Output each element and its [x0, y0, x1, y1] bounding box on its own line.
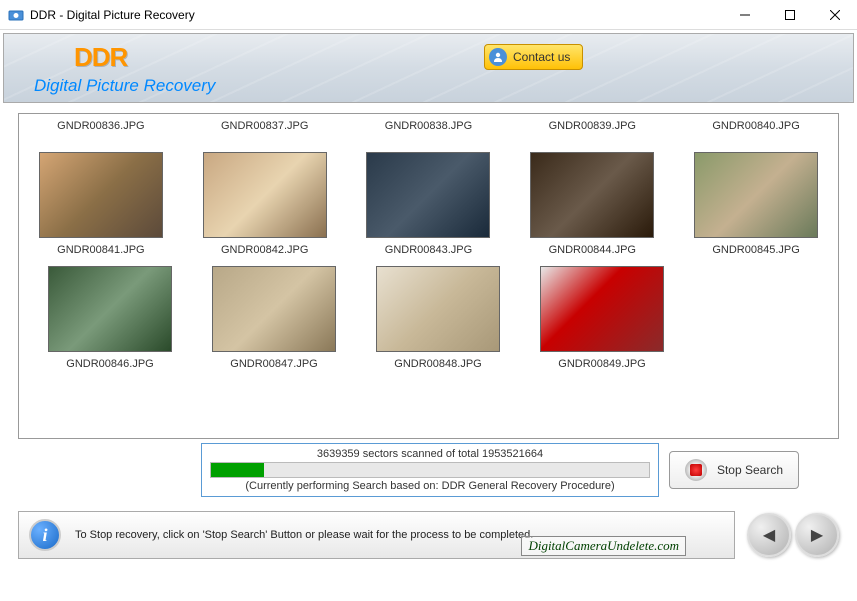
minimize-button[interactable]: [722, 0, 767, 30]
progress-bar-fill: [211, 463, 264, 477]
thumbnail-item[interactable]: GNDR00846.JPG: [35, 266, 185, 370]
thumbnail-image: [39, 152, 163, 238]
thumbnail-item[interactable]: GNDR00842.JPG: [190, 152, 340, 256]
watermark: DigitalCameraUndelete.com: [521, 536, 686, 556]
thumbnail-image: [530, 152, 654, 238]
thumb-label: GNDR00848.JPG: [363, 358, 513, 370]
stop-icon: [685, 459, 707, 481]
thumbnail-image: [203, 152, 327, 238]
thumb-label: GNDR00846.JPG: [35, 358, 185, 370]
thumb-label: GNDR00844.JPG: [517, 244, 667, 256]
thumb-label: GNDR00842.JPG: [190, 244, 340, 256]
thumb-label[interactable]: GNDR00838.JPG: [353, 120, 503, 152]
thumbnail-image: [366, 152, 490, 238]
titlebar: DDR - Digital Picture Recovery: [0, 0, 857, 30]
thumb-label[interactable]: GNDR00840.JPG: [681, 120, 831, 152]
chevron-left-icon: ◀: [763, 525, 775, 545]
progress-bar: [210, 462, 650, 478]
thumbnail-item[interactable]: GNDR00847.JPG: [199, 266, 349, 370]
thumbnail-image: [376, 266, 500, 352]
info-box: i To Stop recovery, click on 'Stop Searc…: [18, 511, 735, 559]
stop-label: Stop Search: [717, 463, 783, 477]
thumb-label: GNDR00847.JPG: [199, 358, 349, 370]
progress-footer: (Currently performing Search based on: D…: [210, 480, 650, 492]
maximize-button[interactable]: [767, 0, 812, 30]
header-banner: DDR Digital Picture Recovery Contact us: [3, 33, 854, 103]
thumbnail-item[interactable]: GNDR00849.JPG: [527, 266, 677, 370]
thumbnail-image: [48, 266, 172, 352]
chevron-right-icon: ▶: [811, 525, 823, 545]
thumbnail-item[interactable]: GNDR00848.JPG: [363, 266, 513, 370]
thumb-label[interactable]: GNDR00839.JPG: [517, 120, 667, 152]
thumbnail-item[interactable]: GNDR00841.JPG: [26, 152, 176, 256]
prev-button[interactable]: ◀: [747, 513, 791, 557]
thumb-label: GNDR00843.JPG: [353, 244, 503, 256]
thumb-label: GNDR00845.JPG: [681, 244, 831, 256]
thumbnail-image: [212, 266, 336, 352]
thumb-label: GNDR00849.JPG: [527, 358, 677, 370]
contact-us-button[interactable]: Contact us: [484, 44, 583, 70]
contact-label: Contact us: [513, 50, 570, 64]
progress-panel: 3639359 sectors scanned of total 1953521…: [18, 443, 839, 497]
thumb-label[interactable]: GNDR00836.JPG: [26, 120, 176, 152]
thumbnail-image: [540, 266, 664, 352]
thumbnail-item[interactable]: GNDR00844.JPG: [517, 152, 667, 256]
progress-text: 3639359 sectors scanned of total 1953521…: [210, 448, 650, 460]
thumbnails-panel[interactable]: GNDR00836.JPG GNDR00837.JPG GNDR00838.JP…: [18, 113, 839, 439]
thumb-label: GNDR00841.JPG: [26, 244, 176, 256]
stop-search-button[interactable]: Stop Search: [669, 451, 799, 489]
thumbnail-image: [694, 152, 818, 238]
info-text: To Stop recovery, click on 'Stop Search'…: [75, 529, 533, 541]
subtitle: Digital Picture Recovery: [34, 76, 215, 96]
progress-box: 3639359 sectors scanned of total 1953521…: [201, 443, 659, 497]
info-icon: i: [29, 519, 61, 551]
person-icon: [489, 48, 507, 66]
thumbnail-item[interactable]: GNDR00845.JPG: [681, 152, 831, 256]
window-title: DDR - Digital Picture Recovery: [30, 8, 722, 22]
close-button[interactable]: [812, 0, 857, 30]
logo: DDR: [74, 42, 127, 73]
thumb-label[interactable]: GNDR00837.JPG: [190, 120, 340, 152]
thumbnail-item[interactable]: GNDR00843.JPG: [353, 152, 503, 256]
next-button[interactable]: ▶: [795, 513, 839, 557]
app-icon: [8, 7, 24, 23]
